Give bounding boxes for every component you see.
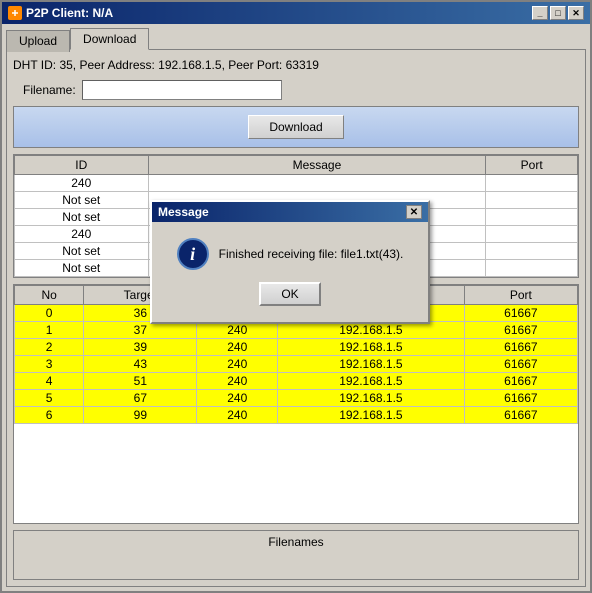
message-dialog: Message ✕ i Finished receiving file: fil…	[150, 200, 430, 324]
main-window: P2P Client: N/A _ □ ✕ Upload Download DH…	[0, 0, 592, 593]
dialog-overlay: Message ✕ i Finished receiving file: fil…	[0, 0, 592, 593]
dialog-title-label: Message	[158, 205, 209, 219]
dialog-body: i Finished receiving file: file1.txt(43)…	[152, 222, 428, 322]
dialog-close-button[interactable]: ✕	[406, 205, 422, 219]
dialog-content: i Finished receiving file: file1.txt(43)…	[177, 238, 404, 270]
info-icon: i	[177, 238, 209, 270]
dialog-ok-button[interactable]: OK	[259, 282, 320, 306]
dialog-title-bar: Message ✕	[152, 202, 428, 222]
dialog-message: Finished receiving file: file1.txt(43).	[219, 247, 404, 261]
